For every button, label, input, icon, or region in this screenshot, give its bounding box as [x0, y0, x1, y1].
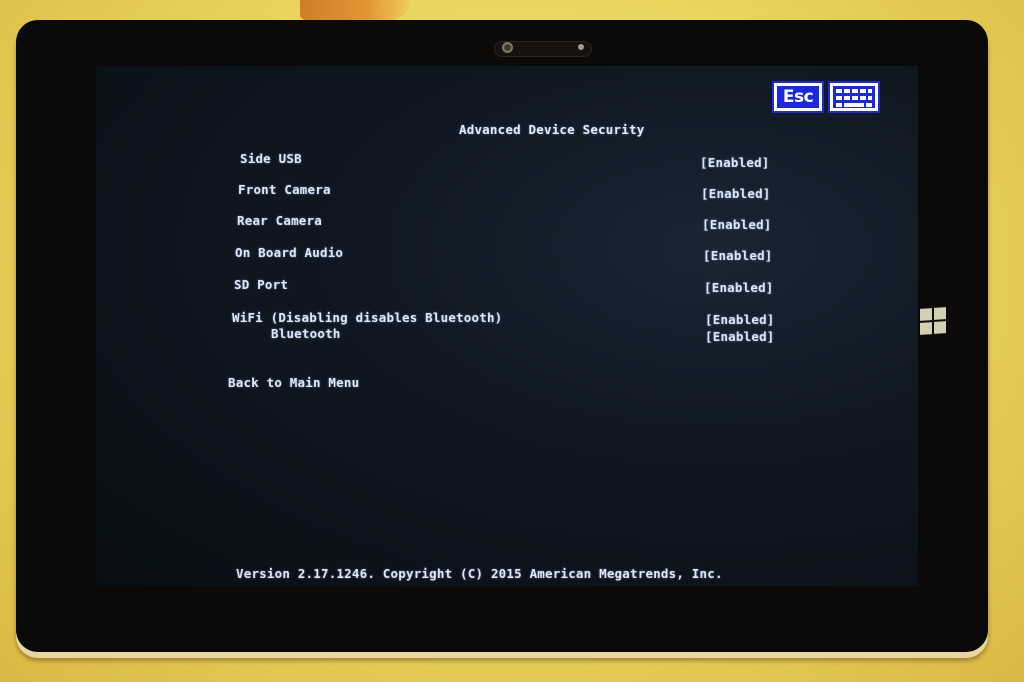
setting-value-bluetooth[interactable]: [Enabled] — [705, 329, 775, 344]
setting-label-on-board-audio[interactable]: On Board Audio — [235, 245, 343, 260]
setting-label-sd-port[interactable]: SD Port — [234, 277, 288, 292]
setting-label-rear-camera[interactable]: Rear Camera — [237, 213, 322, 228]
keyboard-icon — [833, 86, 875, 108]
page-title: Advanced Device Security — [459, 122, 645, 137]
firmware-screen — [96, 66, 918, 586]
setting-label-side-usb[interactable]: Side USB — [240, 151, 302, 166]
back-to-main-menu-link[interactable]: Back to Main Menu — [228, 375, 359, 390]
front-camera-icon — [502, 42, 513, 53]
footer-version: Version 2.17.1246. Copyright (C) 2015 Am… — [236, 566, 723, 581]
on-screen-keyboard-button[interactable] — [828, 81, 880, 113]
setting-value-on-board-audio[interactable]: [Enabled] — [703, 248, 773, 263]
setting-value-front-camera[interactable]: [Enabled] — [701, 186, 771, 201]
setting-value-side-usb[interactable]: [Enabled] — [700, 155, 770, 170]
setting-label-bluetooth[interactable]: Bluetooth — [271, 326, 341, 341]
setting-value-sd-port[interactable]: [Enabled] — [704, 280, 774, 295]
setting-value-rear-camera[interactable]: [Enabled] — [702, 217, 772, 232]
light-sensor-icon — [578, 44, 584, 50]
esc-button[interactable]: Esc — [772, 81, 824, 113]
background-object — [300, 0, 410, 20]
esc-label: Esc — [777, 86, 819, 108]
windows-logo-icon[interactable] — [920, 307, 946, 335]
setting-label-wifi[interactable]: WiFi (Disabling disables Bluetooth) — [232, 310, 502, 325]
setting-label-front-camera[interactable]: Front Camera — [238, 182, 331, 197]
setting-value-wifi[interactable]: [Enabled] — [705, 312, 775, 327]
